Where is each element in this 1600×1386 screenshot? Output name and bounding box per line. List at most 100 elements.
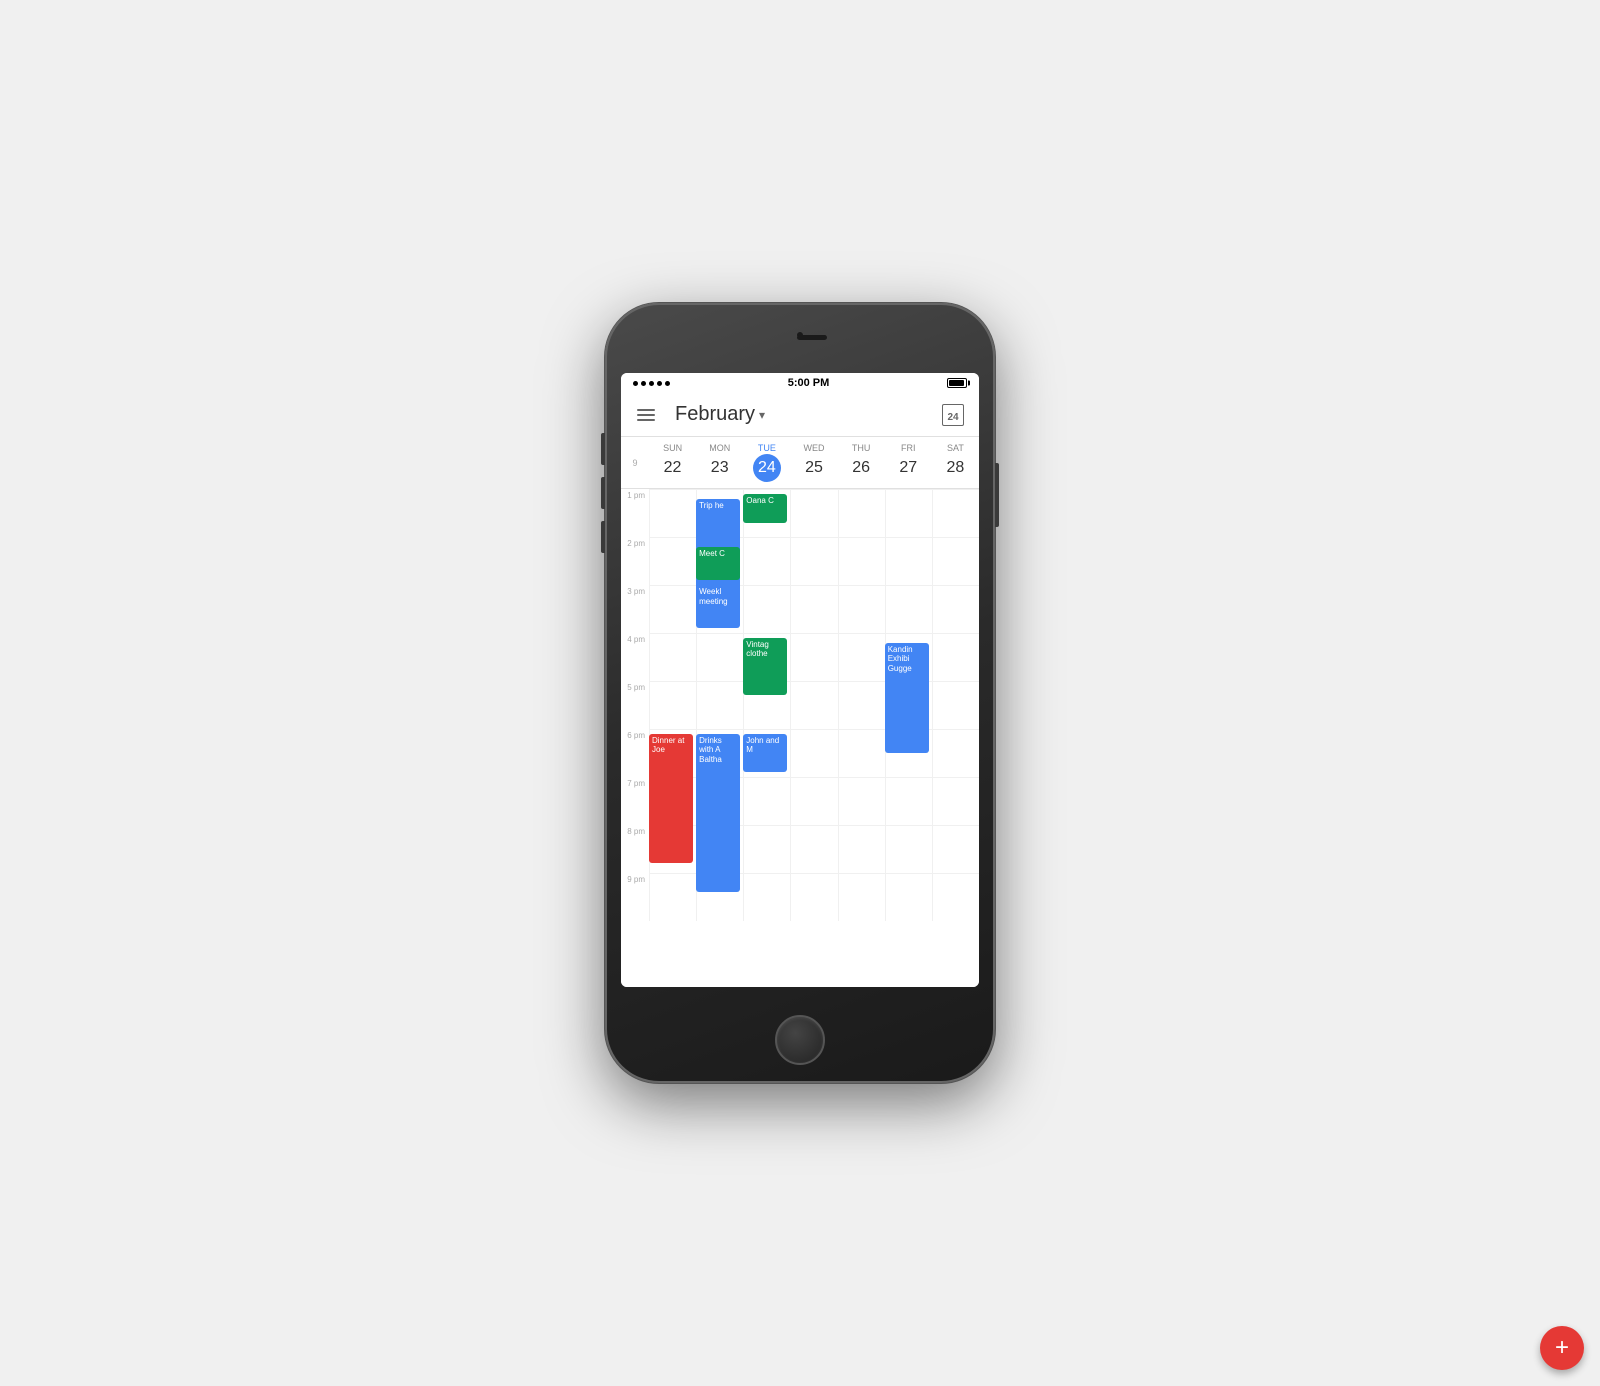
time-cell-1-4[interactable]	[838, 537, 885, 585]
time-cell-7-4[interactable]	[838, 825, 885, 873]
time-cell-4-0[interactable]	[649, 681, 696, 729]
today-button[interactable]: 24	[939, 401, 967, 429]
time-label-0: 1 pm	[621, 489, 649, 537]
day-name-thu: Thu	[852, 443, 871, 453]
time-cell-5-4[interactable]	[838, 729, 885, 777]
day-header-wed[interactable]: Wed 25	[790, 441, 837, 484]
day-header-mon[interactable]: Mon 23	[696, 441, 743, 484]
time-cell-3-0[interactable]	[649, 633, 696, 681]
time-cell-7-2[interactable]	[743, 825, 790, 873]
time-cell-5-2[interactable]	[743, 729, 790, 777]
phone: 5:00 PM February ▾	[605, 303, 995, 1083]
day-header-thu[interactable]: Thu 26	[838, 441, 885, 484]
calendar-body[interactable]: 1 pm2 pm3 pm4 pm5 pm6 pm7 pm8 pm9 pm Tri…	[621, 489, 979, 987]
time-cell-2-0[interactable]	[649, 585, 696, 633]
time-cell-1-6[interactable]	[932, 537, 979, 585]
hamburger-menu-button[interactable]	[633, 405, 659, 425]
time-cell-4-4[interactable]	[838, 681, 885, 729]
time-cell-8-3[interactable]	[790, 873, 837, 921]
time-cell-7-1[interactable]	[696, 825, 743, 873]
time-cell-1-2[interactable]	[743, 537, 790, 585]
time-cell-6-4[interactable]	[838, 777, 885, 825]
time-cell-5-0[interactable]	[649, 729, 696, 777]
time-cell-6-0[interactable]	[649, 777, 696, 825]
time-cell-4-1[interactable]	[696, 681, 743, 729]
menu-line-2	[637, 414, 655, 416]
time-cell-5-6[interactable]	[932, 729, 979, 777]
home-button[interactable]	[775, 1015, 825, 1065]
time-cell-7-5[interactable]	[885, 825, 932, 873]
day-header-tue[interactable]: Tue 24	[743, 441, 790, 484]
time-cell-4-5[interactable]	[885, 681, 932, 729]
day-number-sun: 22	[659, 454, 687, 482]
time-cell-5-3[interactable]	[790, 729, 837, 777]
day-number-wed: 25	[800, 454, 828, 482]
time-cell-3-3[interactable]	[790, 633, 837, 681]
time-cell-2-5[interactable]	[885, 585, 932, 633]
time-cell-3-6[interactable]	[932, 633, 979, 681]
time-cell-8-6[interactable]	[932, 873, 979, 921]
dropdown-arrow[interactable]: ▾	[759, 408, 765, 422]
time-cell-1-1[interactable]	[696, 537, 743, 585]
day-name-tue: Tue	[758, 443, 776, 453]
time-cell-2-2[interactable]	[743, 585, 790, 633]
time-cell-0-2[interactable]	[743, 489, 790, 537]
time-cell-0-1[interactable]	[696, 489, 743, 537]
time-label-8: 9 pm	[621, 873, 649, 921]
day-number-tue: 24	[753, 454, 781, 482]
time-cell-1-3[interactable]	[790, 537, 837, 585]
time-cell-7-6[interactable]	[932, 825, 979, 873]
time-cell-0-3[interactable]	[790, 489, 837, 537]
time-cell-4-6[interactable]	[932, 681, 979, 729]
time-cell-0-0[interactable]	[649, 489, 696, 537]
time-cell-2-6[interactable]	[932, 585, 979, 633]
day-name-mon: Mon	[709, 443, 730, 453]
time-cell-8-0[interactable]	[649, 873, 696, 921]
menu-line-3	[637, 419, 655, 421]
time-cell-0-4[interactable]	[838, 489, 885, 537]
time-cell-5-5[interactable]	[885, 729, 932, 777]
status-bar: 5:00 PM	[621, 373, 979, 393]
time-cell-6-3[interactable]	[790, 777, 837, 825]
time-cell-6-6[interactable]	[932, 777, 979, 825]
time-cell-3-4[interactable]	[838, 633, 885, 681]
time-cell-8-4[interactable]	[838, 873, 885, 921]
time-cell-8-5[interactable]	[885, 873, 932, 921]
time-cell-8-1[interactable]	[696, 873, 743, 921]
time-cell-2-1[interactable]	[696, 585, 743, 633]
week-day-header: 9 Sun 22 Mon 23 Tue 24 Wed 25	[621, 437, 979, 489]
time-cell-4-2[interactable]	[743, 681, 790, 729]
speaker	[797, 335, 827, 340]
day-header-sat[interactable]: Sat 28	[932, 441, 979, 484]
day-header-fri[interactable]: Fri 27	[885, 441, 932, 484]
time-cell-0-5[interactable]	[885, 489, 932, 537]
menu-line-1	[637, 409, 655, 411]
time-label-4: 5 pm	[621, 681, 649, 729]
time-cell-8-2[interactable]	[743, 873, 790, 921]
time-cell-1-5[interactable]	[885, 537, 932, 585]
battery-fill	[949, 380, 964, 386]
time-cell-2-3[interactable]	[790, 585, 837, 633]
time-label-7: 8 pm	[621, 825, 649, 873]
time-cell-1-0[interactable]	[649, 537, 696, 585]
month-label[interactable]: February	[675, 403, 755, 426]
time-cell-2-4[interactable]	[838, 585, 885, 633]
time-cell-6-5[interactable]	[885, 777, 932, 825]
time-cell-3-5[interactable]	[885, 633, 932, 681]
time-cell-7-3[interactable]	[790, 825, 837, 873]
time-cell-3-1[interactable]	[696, 633, 743, 681]
day-header-sun[interactable]: Sun 22	[649, 441, 696, 484]
time-cell-5-1[interactable]	[696, 729, 743, 777]
time-label-3: 4 pm	[621, 633, 649, 681]
time-cell-3-2[interactable]	[743, 633, 790, 681]
time-label-5: 6 pm	[621, 729, 649, 777]
time-cell-0-6[interactable]	[932, 489, 979, 537]
day-name-fri: Fri	[901, 443, 916, 453]
time-cell-6-1[interactable]	[696, 777, 743, 825]
phone-body: 5:00 PM February ▾	[605, 303, 995, 1083]
dot-5	[665, 381, 670, 386]
time-cell-7-0[interactable]	[649, 825, 696, 873]
time-cell-6-2[interactable]	[743, 777, 790, 825]
calendar-icon-day: 24	[947, 412, 958, 423]
time-cell-4-3[interactable]	[790, 681, 837, 729]
